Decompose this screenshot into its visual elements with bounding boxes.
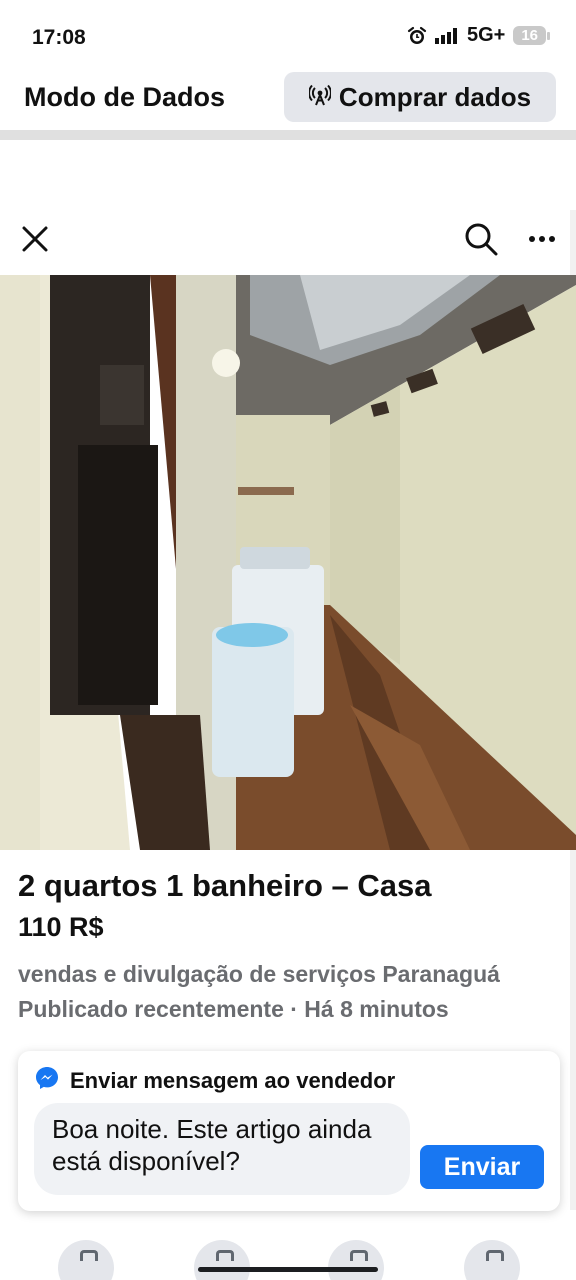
message-seller-card: Enviar mensagem ao vendedor Boa noite. E… (18, 1051, 560, 1211)
search-button[interactable] (462, 220, 500, 258)
status-time: 17:08 (32, 26, 86, 49)
status-bar: 17:08 5G+ 16 (0, 0, 576, 76)
messenger-icon (34, 1065, 60, 1097)
buy-data-button[interactable]: Comprar dados (284, 72, 556, 122)
listing-photo[interactable] (0, 275, 576, 850)
post-toolbar (0, 210, 576, 270)
message-header-label: Enviar mensagem ao vendedor (70, 1068, 396, 1093)
data-mode-bar: Modo de Dados Comprar dados (0, 66, 576, 128)
network-type: 5G+ (466, 24, 506, 46)
buy-data-label: Comprar dados (338, 81, 532, 112)
listing-title: 2 quartos 1 banheiro – Casa (18, 868, 432, 903)
signal-icon (434, 27, 459, 44)
close-icon (22, 226, 48, 252)
divider (0, 130, 576, 140)
alarm-icon (407, 26, 427, 46)
home-indicator[interactable] (198, 1267, 378, 1272)
search-icon (465, 223, 498, 256)
action-button[interactable] (58, 1240, 114, 1280)
bottom-action-bar (0, 1236, 576, 1280)
send-button[interactable]: Enviar (420, 1145, 544, 1189)
listing-group-link[interactable]: vendas e divulgação de serviços Paranagu… (18, 961, 500, 988)
more-options-button[interactable] (524, 222, 560, 256)
close-button[interactable] (18, 222, 52, 256)
antenna-icon (307, 82, 332, 113)
data-mode-title: Modo de Dados (24, 82, 225, 112)
message-input[interactable]: Boa noite. Este artigo ainda está dispon… (34, 1103, 410, 1195)
action-button[interactable] (464, 1240, 520, 1280)
action-button[interactable] (194, 1240, 250, 1280)
listing-posted-time: Publicado recentemente · Há 8 minutos (18, 996, 449, 1022)
message-header: Enviar mensagem ao vendedor (34, 1065, 395, 1097)
more-icon (529, 236, 555, 242)
action-button[interactable] (328, 1240, 384, 1280)
battery-level: 16 (513, 26, 550, 45)
status-indicators: 5G+ 16 (407, 24, 550, 47)
listing-price: 110 R$ (18, 912, 104, 942)
